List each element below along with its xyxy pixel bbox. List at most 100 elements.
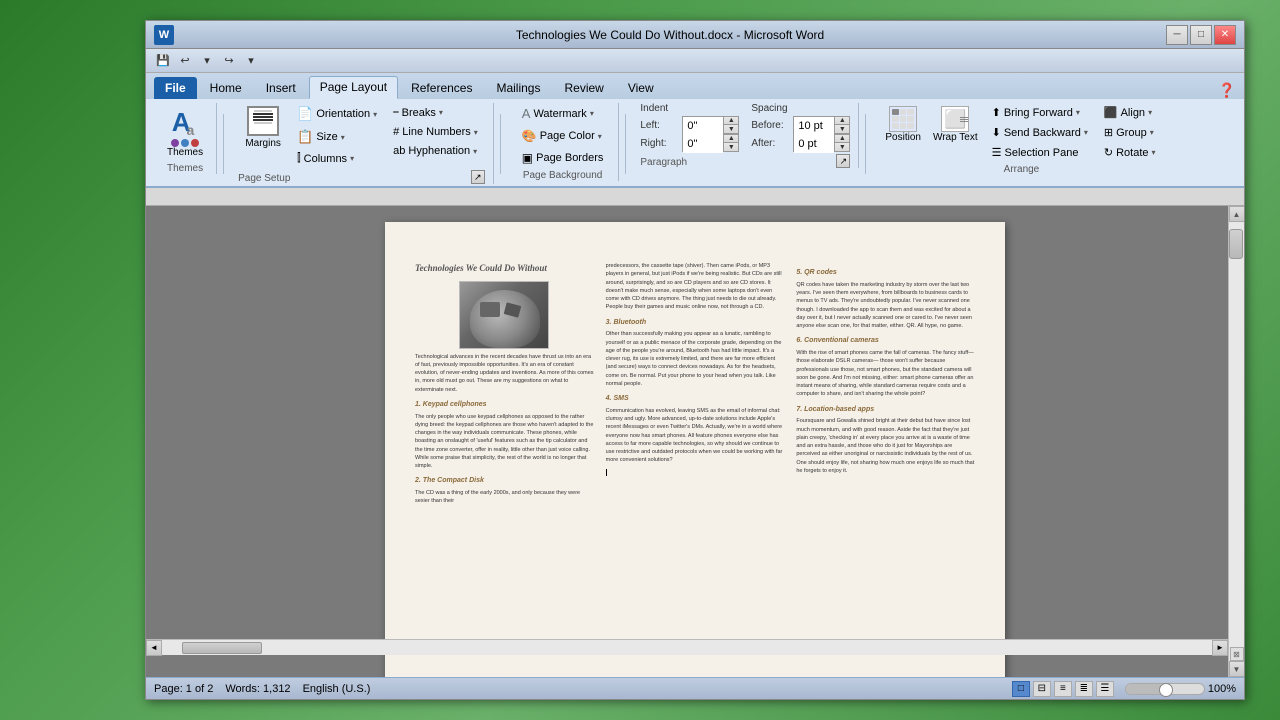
send-backward-label: Send Backward bbox=[1004, 127, 1081, 139]
breaks-dropdown-icon: ▾ bbox=[439, 108, 443, 117]
doc-section3-title: 3. Bluetooth bbox=[606, 318, 785, 328]
bring-forward-button[interactable]: ⬆ Bring Forward ▾ bbox=[985, 103, 1095, 122]
save-icon[interactable]: 💾 bbox=[154, 52, 172, 70]
scroll-left-btn[interactable]: ◄ bbox=[146, 640, 162, 656]
tab-review[interactable]: Review bbox=[553, 77, 614, 99]
page-borders-button[interactable]: ▣ Page Borders bbox=[515, 148, 611, 168]
customize-qa-icon[interactable]: ▾ bbox=[242, 52, 260, 70]
doc-section4-title: 4. SMS bbox=[606, 394, 785, 404]
position-button[interactable]: Position bbox=[880, 103, 926, 146]
tab-references[interactable]: References bbox=[400, 77, 483, 99]
indent-left-up[interactable]: ▲ bbox=[724, 117, 738, 125]
orientation-label: Orientation bbox=[316, 108, 370, 120]
full-screen-btn[interactable]: ⊟ bbox=[1033, 681, 1051, 697]
size-label: Size bbox=[316, 131, 337, 143]
minimize-button[interactable]: ─ bbox=[1166, 25, 1188, 45]
indent-right-label: Right: bbox=[640, 138, 678, 149]
arrange-col4: ⬛ Align ▾ ⊞ Group ▾ ↻ Rotate bbox=[1097, 103, 1163, 162]
main-content: File Home Insert Page Layout References … bbox=[146, 73, 1244, 699]
orientation-button[interactable]: 📄 Orientation ▾ bbox=[290, 103, 384, 125]
draft-btn[interactable]: ☰ bbox=[1096, 681, 1114, 697]
send-backward-button[interactable]: ⬇ Send Backward ▾ bbox=[985, 123, 1095, 142]
themes-button[interactable]: A a Themes bbox=[162, 103, 208, 161]
view-ruler-icon[interactable]: ⊠ bbox=[1230, 647, 1244, 661]
bring-forward-label: Bring Forward bbox=[1004, 107, 1073, 119]
paragraph-dialog-launcher[interactable]: ↗ bbox=[836, 154, 850, 168]
tab-home[interactable]: Home bbox=[199, 77, 253, 99]
size-button[interactable]: 📋 Size ▾ bbox=[290, 126, 384, 148]
page-background-group-label: Page Background bbox=[523, 170, 603, 181]
page-color-label: Page Color bbox=[540, 130, 595, 142]
indent-right-down[interactable]: ▼ bbox=[724, 143, 738, 151]
rotate-button[interactable]: ↻ Rotate ▾ bbox=[1097, 143, 1163, 162]
send-backward-dropdown: ▾ bbox=[1084, 128, 1088, 137]
line-numbers-label: Line Numbers bbox=[402, 126, 470, 138]
indent-left-label: Left: bbox=[640, 120, 678, 131]
spacing-before-spinners: ▲ ▼ bbox=[834, 117, 849, 133]
web-layout-btn[interactable]: ≡ bbox=[1054, 681, 1072, 697]
outline-btn[interactable]: ≣ bbox=[1075, 681, 1093, 697]
zoom-slider[interactable] bbox=[1125, 683, 1205, 695]
wrap-text-button[interactable]: ⬜ Wrap Text bbox=[928, 103, 983, 146]
help-icon[interactable]: ❓ bbox=[1218, 81, 1236, 99]
hyphenation-button[interactable]: ab Hyphenation ▾ bbox=[386, 142, 485, 160]
scroll-right-btn[interactable]: ► bbox=[1212, 640, 1228, 656]
zoom-thumb[interactable] bbox=[1159, 683, 1173, 697]
page-color-button[interactable]: 🎨 Page Color ▾ bbox=[515, 126, 609, 146]
arrange-col2: ⬜ Wrap Text bbox=[928, 103, 983, 146]
spacing-after-input[interactable]: 0 pt bbox=[794, 135, 834, 153]
watermark-button[interactable]: A Watermark ▾ bbox=[515, 103, 601, 124]
theme-color-2 bbox=[181, 139, 189, 147]
ribbon-content: A a Themes Themes bbox=[146, 99, 1244, 186]
scroll-thumb[interactable] bbox=[1229, 229, 1243, 259]
redo-icon[interactable]: ↪ bbox=[220, 52, 238, 70]
line-numbers-button[interactable]: # Line Numbers ▾ bbox=[386, 123, 485, 141]
selection-pane-button[interactable]: ☰ Selection Pane bbox=[985, 143, 1095, 162]
ribbon-group-arrange: Position ⬜ bbox=[872, 103, 1170, 175]
group-button[interactable]: ⊞ Group ▾ bbox=[1097, 123, 1163, 142]
spacing-before-down[interactable]: ▼ bbox=[835, 125, 849, 133]
ribbon-group-paragraph: Indent Left: 0" ▲ ▼ bbox=[632, 103, 859, 168]
hscroll-thumb[interactable] bbox=[182, 642, 262, 654]
doc-scroll-area[interactable]: Technologies We Could Do Without Technol… bbox=[146, 206, 1244, 677]
page-background-items: A Watermark ▾ 🎨 Page Color ▾ ▣ Page Bord… bbox=[515, 103, 611, 168]
tab-mailings[interactable]: Mailings bbox=[485, 77, 551, 99]
spacing-label: Spacing bbox=[751, 103, 850, 114]
spacing-after-down[interactable]: ▼ bbox=[835, 143, 849, 151]
undo-icon[interactable]: ↩ bbox=[176, 52, 194, 70]
indent-right-up[interactable]: ▲ bbox=[724, 135, 738, 143]
breaks-button[interactable]: ⎯ Breaks ▾ bbox=[386, 103, 485, 122]
page-setup-small-btns: 📄 Orientation ▾ 📋 Size ▾ ⫿ bbox=[290, 103, 384, 168]
margins-button[interactable]: Margins bbox=[238, 103, 288, 152]
columns-button[interactable]: ⫿ Columns ▾ bbox=[290, 149, 384, 168]
rotate-dropdown: ▾ bbox=[1152, 148, 1156, 157]
indent-left-input[interactable]: 0" bbox=[683, 117, 723, 135]
tab-file[interactable]: File bbox=[154, 77, 197, 99]
spacing-before-input[interactable]: 10 pt bbox=[794, 117, 834, 135]
undo-dropdown-icon[interactable]: ▾ bbox=[198, 52, 216, 70]
spacing-after-up[interactable]: ▲ bbox=[835, 135, 849, 143]
indent-left-down[interactable]: ▼ bbox=[724, 125, 738, 133]
wrap-text-icon: ⬜ bbox=[941, 106, 969, 132]
tab-page-layout[interactable]: Page Layout bbox=[309, 76, 398, 99]
page-setup-more-btns: ⎯ Breaks ▾ # Line Numbers ▾ ab bbox=[386, 103, 485, 160]
send-backward-icon: ⬇ bbox=[992, 126, 1001, 139]
doc-intro: Technological advances in the recent dec… bbox=[415, 353, 594, 394]
tab-view[interactable]: View bbox=[617, 77, 665, 99]
spacing-before-up[interactable]: ▲ bbox=[835, 117, 849, 125]
scroll-down-button[interactable]: ▼ bbox=[1229, 661, 1245, 677]
scroll-up-button[interactable]: ▲ bbox=[1229, 206, 1245, 222]
close-button[interactable]: ✕ bbox=[1214, 25, 1236, 45]
quick-access-toolbar: 💾 ↩ ▾ ↪ ▾ bbox=[146, 49, 1244, 73]
tab-insert[interactable]: Insert bbox=[255, 77, 307, 99]
page-setup-dialog-launcher[interactable]: ↗ bbox=[471, 170, 485, 184]
indent-right-input[interactable]: 0" bbox=[683, 135, 723, 153]
wrap-text-label: Wrap Text bbox=[933, 132, 978, 143]
print-layout-btn[interactable]: □ bbox=[1012, 681, 1030, 697]
align-button[interactable]: ⬛ Align ▾ bbox=[1097, 103, 1163, 122]
arrange-col1: Position bbox=[880, 103, 926, 146]
restore-button[interactable]: □ bbox=[1190, 25, 1212, 45]
page-color-icon: 🎨 bbox=[522, 129, 537, 143]
line-numbers-dropdown-icon: ▾ bbox=[474, 128, 478, 137]
columns-label: Columns bbox=[304, 153, 347, 165]
